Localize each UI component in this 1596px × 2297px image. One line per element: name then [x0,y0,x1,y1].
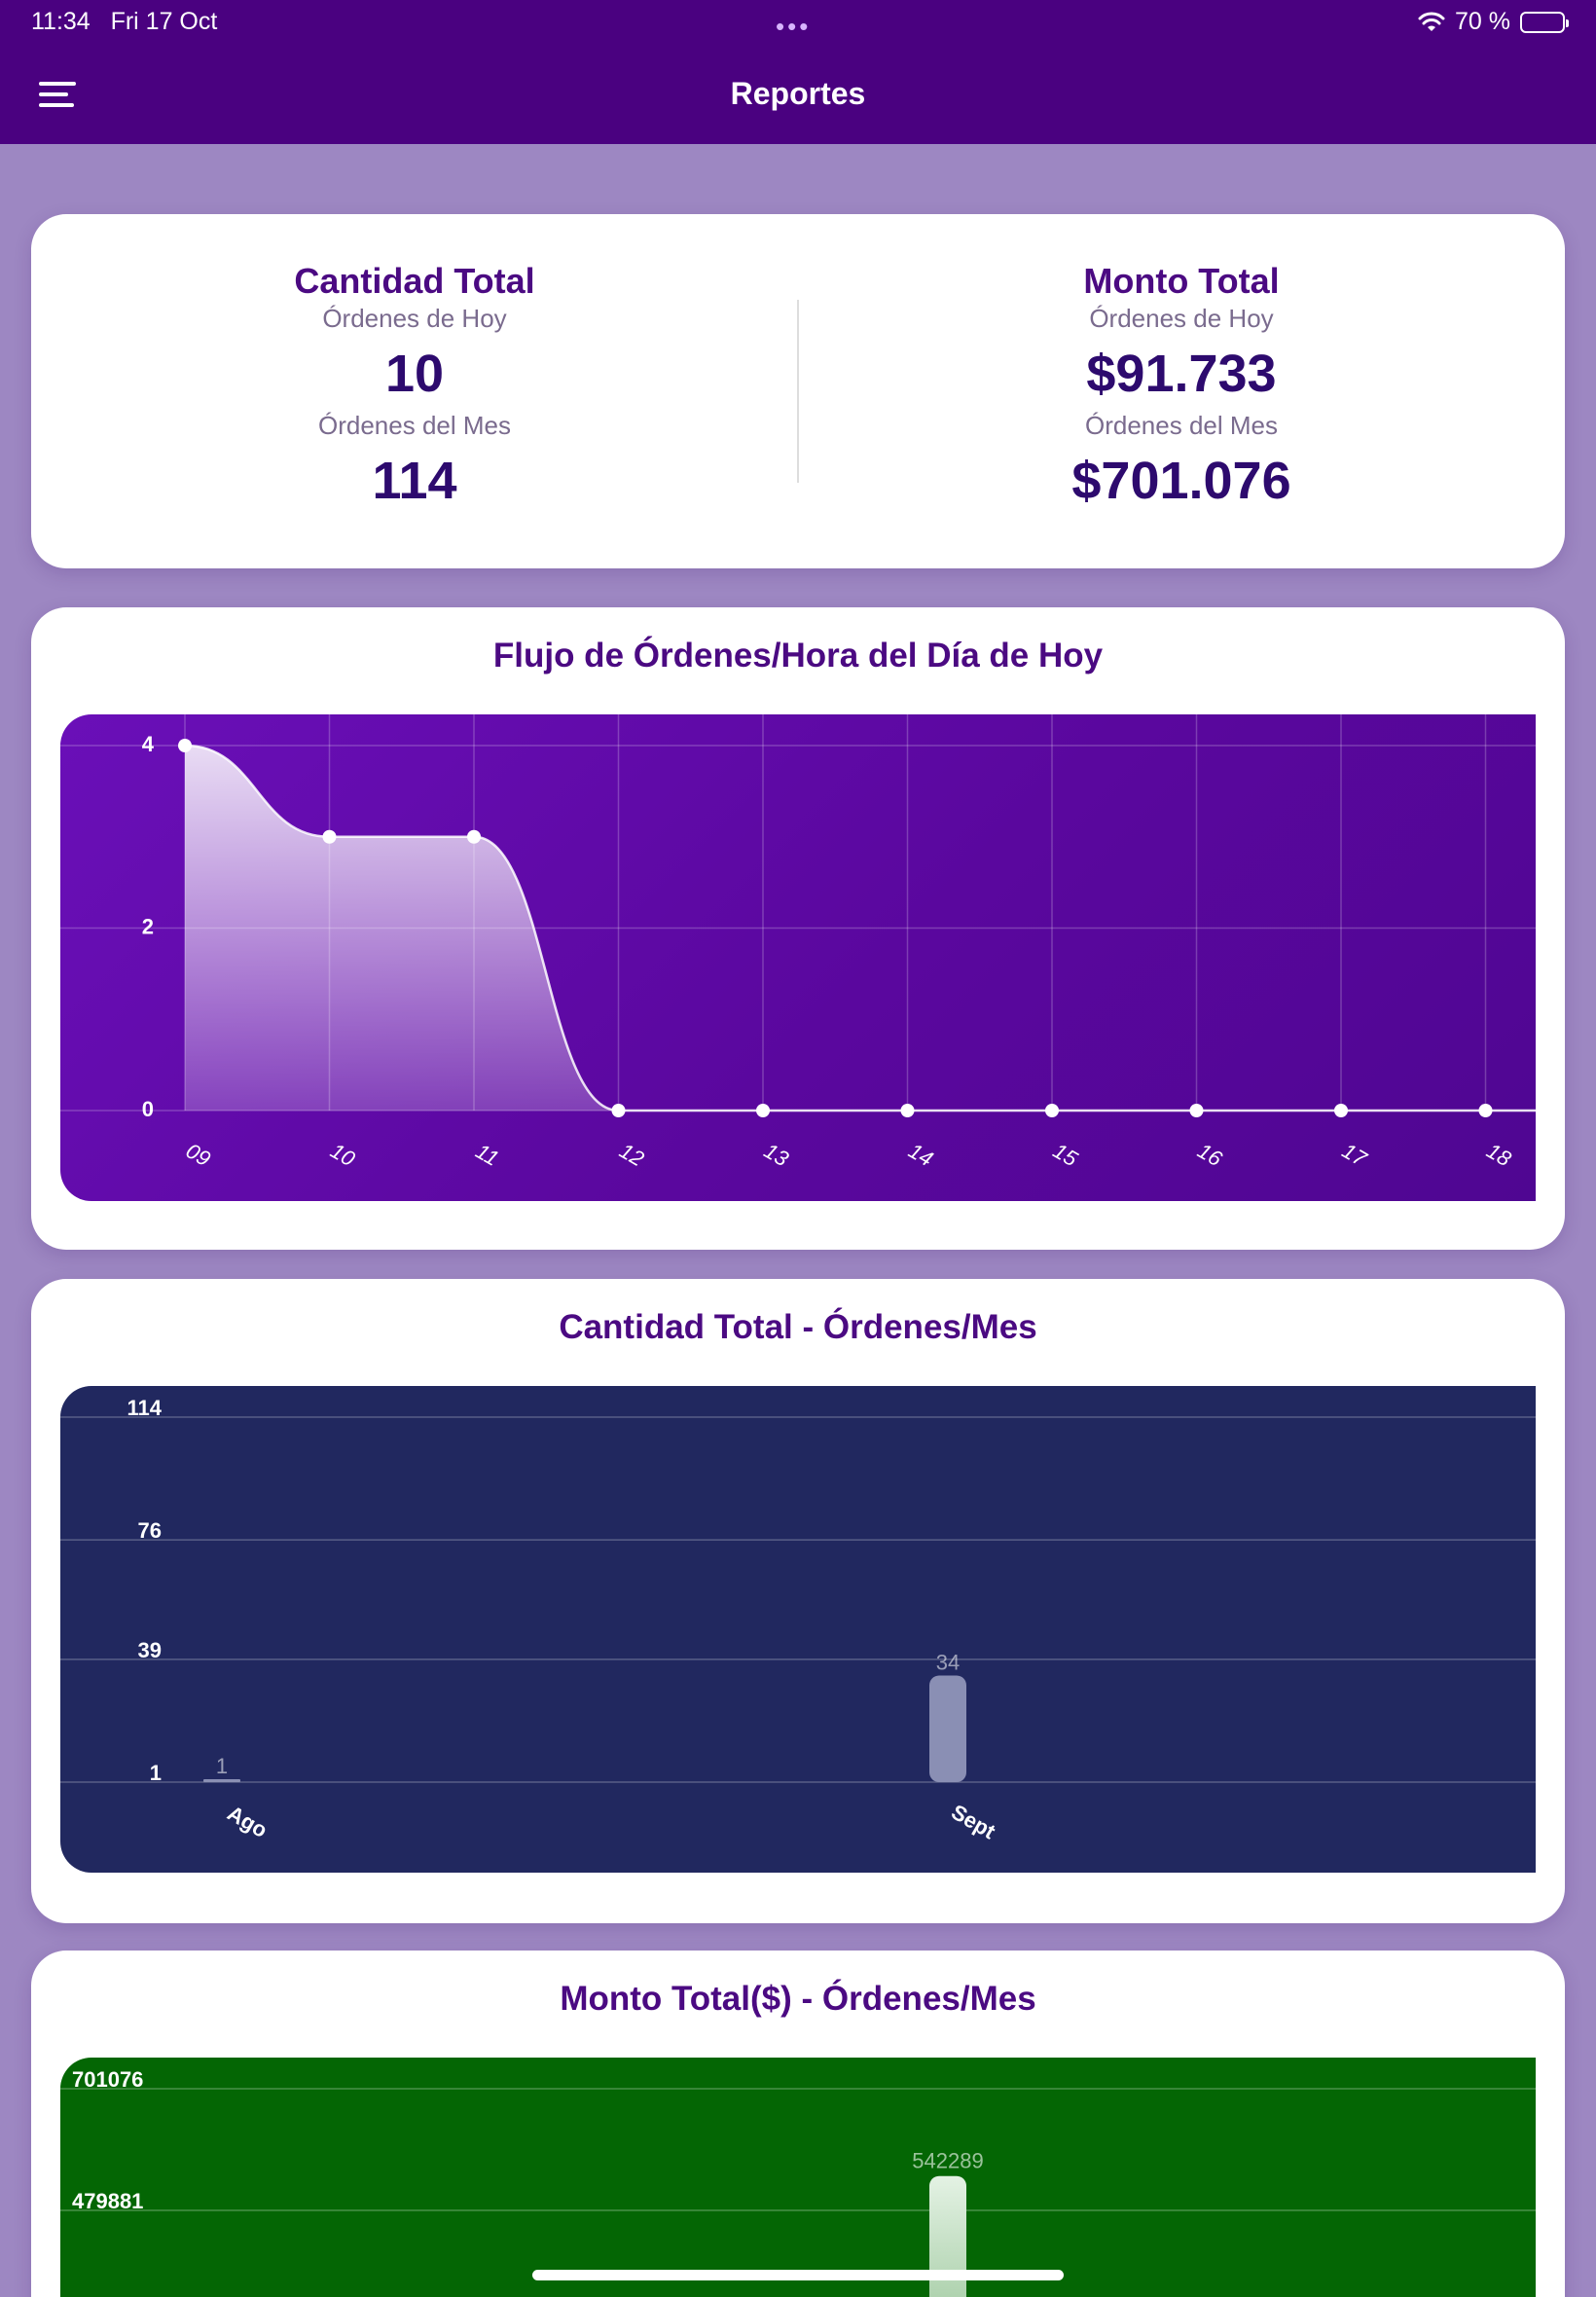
quantity-summary: Cantidad Total Órdenes de Hoy 10 Órdenes… [31,261,798,518]
flow-y-tick-label: 0 [142,1097,154,1121]
status-time-text: 11:34 [31,8,91,35]
wifi-icon [1418,12,1445,31]
flow-y-tick-label: 4 [142,732,155,756]
monthly-quantity-svg: 114 76 39 1 1 Ago 34 Sept [60,1396,1536,1844]
flow-x-tick-label: 09 [182,1138,215,1171]
quantity-today-value: 10 [384,345,445,403]
multitasking-dots-icon[interactable]: ••• [776,12,811,42]
qty-data-label: 34 [936,1650,960,1674]
flow-data-point [611,1104,626,1117]
status-right: 70 % [1418,8,1569,36]
amt-y-tick-label: 701076 [72,2067,143,2092]
qty-bar [929,1675,966,1782]
flow-data-point [900,1104,915,1117]
qty-x-tick-label: Ago [223,1801,272,1842]
summary-card: Cantidad Total Órdenes de Hoy 10 Órdenes… [31,214,1565,568]
qty-y-tick-label: 76 [138,1518,162,1543]
battery-percent: 70 % [1455,8,1510,35]
flow-data-point [322,829,337,844]
hourly-flow-title: Flujo de Órdenes/Hora del Día de Hoy [492,637,1104,675]
qty-x-tick-label: Sept [947,1800,999,1844]
flow-data-point [1334,1104,1348,1117]
flow-x-tick-label: 12 [615,1138,648,1171]
amount-today-label: Órdenes de Hoy [1089,304,1274,333]
amount-summary: Monto Total Órdenes de Hoy $91.733 Órden… [798,261,1565,518]
monthly-amount-svg: 701076 479881 542289 [60,2067,1536,2297]
flow-x-tick-label: 17 [1338,1138,1371,1171]
flow-x-tick-label: 11 [472,1139,503,1171]
amount-title: Monto Total [1083,261,1280,301]
monthly-quantity-card: Cantidad Total - Órdenes/Mes 114 76 39 1 1 Ag… [31,1279,1565,1923]
quantity-month-label: Órdenes del Mes [318,411,511,440]
qty-data-label: 1 [216,1754,228,1778]
flow-x-tick-label: 14 [904,1138,937,1171]
monthly-amount-chart[interactable]: 701076 479881 542289 [60,2058,1536,2297]
flow-x-tick-label: 10 [326,1138,359,1171]
flow-data-point [1045,1104,1059,1117]
hourly-flow-card: Flujo de Órdenes/Hora del Día de Hoy 4 2 0… [31,607,1565,1250]
qty-y-tick-label: 114 [127,1396,163,1420]
battery-icon [1520,11,1569,33]
amt-y-tick-label: 479881 [72,2189,143,2213]
qty-bar [203,1779,240,1782]
navigation-bar: 11:34 Fri 17 Oct ••• 70 % Reportes [0,0,1596,144]
qty-y-tick-label: 39 [138,1638,162,1662]
flow-x-tick-label: 16 [1193,1138,1226,1171]
status-date: Fri 17 Oct [110,8,218,35]
flow-x-tick-label: 15 [1049,1138,1082,1171]
amt-data-label: 542289 [912,2149,983,2173]
hourly-flow-svg: 4 2 0 09 10 11 12 13 14 15 16 17 18 [60,714,1536,1172]
monthly-quantity-chart[interactable]: 114 76 39 1 1 Ago 34 Sept [60,1386,1536,1873]
page-title: Reportes [730,76,866,111]
monthly-amount-card: Monto Total($) - Órdenes/Mes 701076 47988… [31,1951,1565,2297]
flow-x-tick-label: 13 [760,1138,793,1171]
monthly-amount-title: Monto Total($) - Órdenes/Mes [560,1980,1036,2018]
home-indicator[interactable] [532,2270,1064,2280]
qty-y-tick-label: 1 [150,1761,162,1785]
quantity-month-value: 114 [372,452,457,510]
status-time: 11:34 Fri 17 Oct [31,8,217,36]
flow-y-tick-label: 2 [142,915,154,939]
flow-data-point [178,739,192,752]
amount-month-value: $701.076 [1071,452,1291,510]
flow-x-tick-label: 18 [1482,1138,1515,1171]
amount-month-label: Órdenes del Mes [1085,411,1278,440]
quantity-today-label: Órdenes de Hoy [322,304,507,333]
amount-today-value: $91.733 [1086,345,1277,403]
flow-data-point [1478,1104,1493,1117]
flow-data-point [1189,1104,1204,1117]
hourly-flow-chart[interactable]: 4 2 0 09 10 11 12 13 14 15 16 17 18 [60,714,1536,1201]
flow-data-point [756,1104,770,1117]
flow-data-point [467,829,481,844]
quantity-title: Cantidad Total [294,261,535,301]
monthly-quantity-title: Cantidad Total - Órdenes/Mes [559,1308,1037,1346]
